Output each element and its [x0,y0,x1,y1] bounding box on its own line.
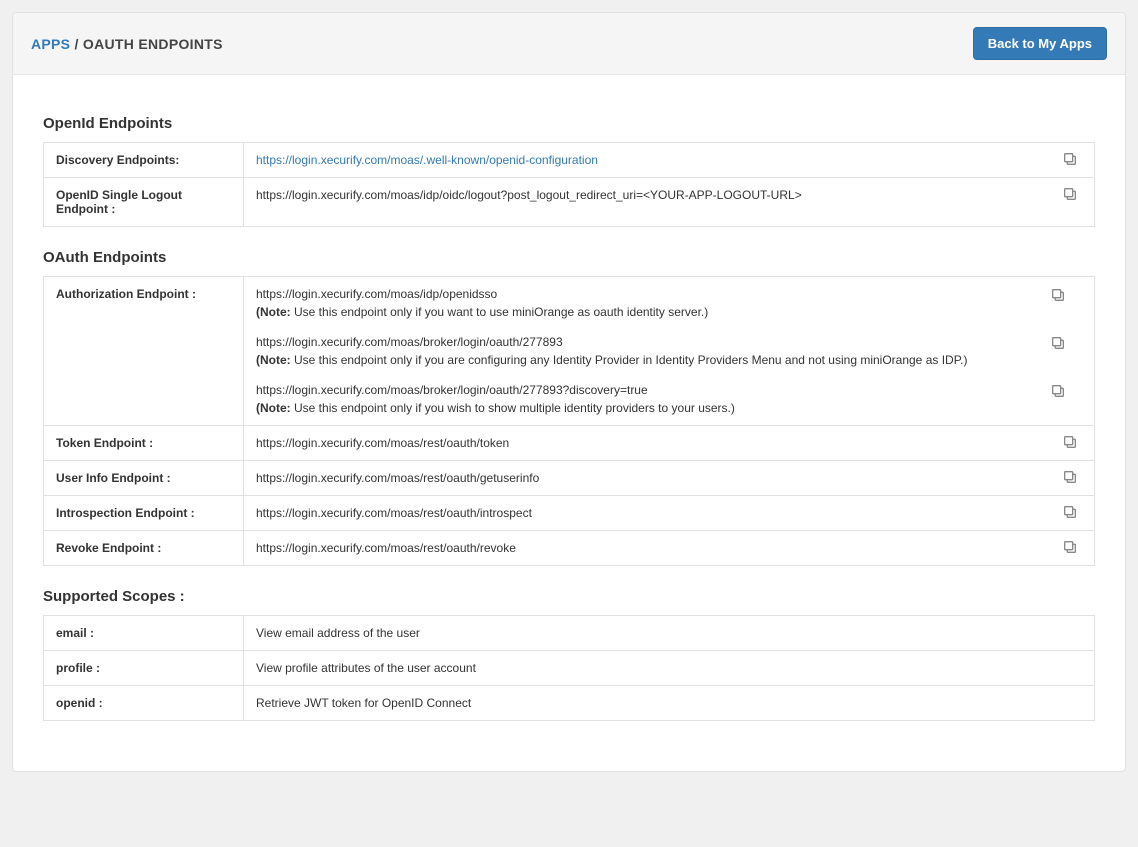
copy-icon[interactable] [1050,383,1066,399]
scopes-section-title: Supported Scopes : [43,588,1095,605]
copy-icon[interactable] [1050,287,1066,303]
revoke-label: Revoke Endpoint : [44,531,244,566]
table-row: profile : View profile attributes of the… [44,651,1095,686]
copy-icon[interactable] [1062,151,1078,167]
slo-value: https://login.xecurify.com/moas/idp/oidc… [244,178,1095,227]
scopes-table: email : View email address of the user p… [43,615,1095,721]
breadcrumb-current: OAUTH ENDPOINTS [83,36,223,52]
userinfo-url: https://login.xecurify.com/moas/rest/oau… [256,471,539,485]
discovery-url-link[interactable]: https://login.xecurify.com/moas/.well-kn… [256,153,598,167]
authz-endpoint-1: https://login.xecurify.com/moas/idp/open… [256,287,1082,319]
table-row: email : View email address of the user [44,616,1095,651]
oauth-endpoints-panel: APPS / OAUTH ENDPOINTS Back to My Apps O… [12,12,1126,772]
userinfo-value: https://login.xecurify.com/moas/rest/oau… [244,461,1095,496]
authz-value: https://login.xecurify.com/moas/idp/open… [244,277,1095,426]
openid-table: Discovery Endpoints: https://login.xecur… [43,142,1095,227]
table-row: Token Endpoint : https://login.xecurify.… [44,426,1095,461]
authz-label: Authorization Endpoint : [44,277,244,426]
token-url: https://login.xecurify.com/moas/rest/oau… [256,436,509,450]
introspect-value: https://login.xecurify.com/moas/rest/oau… [244,496,1095,531]
table-row: User Info Endpoint : https://login.xecur… [44,461,1095,496]
table-row: Discovery Endpoints: https://login.xecur… [44,143,1095,178]
slo-url: https://login.xecurify.com/moas/idp/oidc… [256,188,802,202]
token-value: https://login.xecurify.com/moas/rest/oau… [244,426,1095,461]
panel-body: OpenId Endpoints Discovery Endpoints: ht… [13,75,1125,771]
breadcrumb-apps-link[interactable]: APPS [31,36,70,52]
openid-section-title: OpenId Endpoints [43,115,1095,132]
copy-icon[interactable] [1062,539,1078,555]
table-row: openid : Retrieve JWT token for OpenID C… [44,686,1095,721]
discovery-label: Discovery Endpoints: [44,143,244,178]
authz2-url: https://login.xecurify.com/moas/broker/l… [256,335,1044,349]
scope-email-desc: View email address of the user [244,616,1095,651]
authz-endpoint-2: https://login.xecurify.com/moas/broker/l… [256,335,1082,367]
scope-openid-desc: Retrieve JWT token for OpenID Connect [244,686,1095,721]
slo-label: OpenID Single Logout Endpoint : [44,178,244,227]
table-row: Introspection Endpoint : https://login.x… [44,496,1095,531]
scope-openid-label: openid : [44,686,244,721]
table-row: OpenID Single Logout Endpoint : https://… [44,178,1095,227]
copy-icon[interactable] [1062,434,1078,450]
copy-icon[interactable] [1050,335,1066,351]
breadcrumb: APPS / OAUTH ENDPOINTS [31,36,223,52]
authz1-url: https://login.xecurify.com/moas/idp/open… [256,287,1044,301]
copy-icon[interactable] [1062,186,1078,202]
copy-icon[interactable] [1062,504,1078,520]
authz1-note: (Note: Use this endpoint only if you wan… [256,305,1044,319]
scope-profile-label: profile : [44,651,244,686]
revoke-url: https://login.xecurify.com/moas/rest/oau… [256,541,516,555]
breadcrumb-sep: / [70,36,83,52]
table-row: Revoke Endpoint : https://login.xecurify… [44,531,1095,566]
authz3-note: (Note: Use this endpoint only if you wis… [256,401,1044,415]
authz-endpoint-3: https://login.xecurify.com/moas/broker/l… [256,383,1082,415]
scope-profile-desc: View profile attributes of the user acco… [244,651,1095,686]
oauth-section-title: OAuth Endpoints [43,249,1095,266]
userinfo-label: User Info Endpoint : [44,461,244,496]
table-row: Authorization Endpoint : https://login.x… [44,277,1095,426]
authz2-note: (Note: Use this endpoint only if you are… [256,353,1044,367]
discovery-value: https://login.xecurify.com/moas/.well-kn… [244,143,1095,178]
revoke-value: https://login.xecurify.com/moas/rest/oau… [244,531,1095,566]
copy-icon[interactable] [1062,469,1078,485]
back-to-apps-button[interactable]: Back to My Apps [973,27,1107,60]
scope-email-label: email : [44,616,244,651]
token-label: Token Endpoint : [44,426,244,461]
oauth-table: Authorization Endpoint : https://login.x… [43,276,1095,566]
introspect-url: https://login.xecurify.com/moas/rest/oau… [256,506,532,520]
panel-header: APPS / OAUTH ENDPOINTS Back to My Apps [13,13,1125,75]
introspect-label: Introspection Endpoint : [44,496,244,531]
authz3-url: https://login.xecurify.com/moas/broker/l… [256,383,1044,397]
